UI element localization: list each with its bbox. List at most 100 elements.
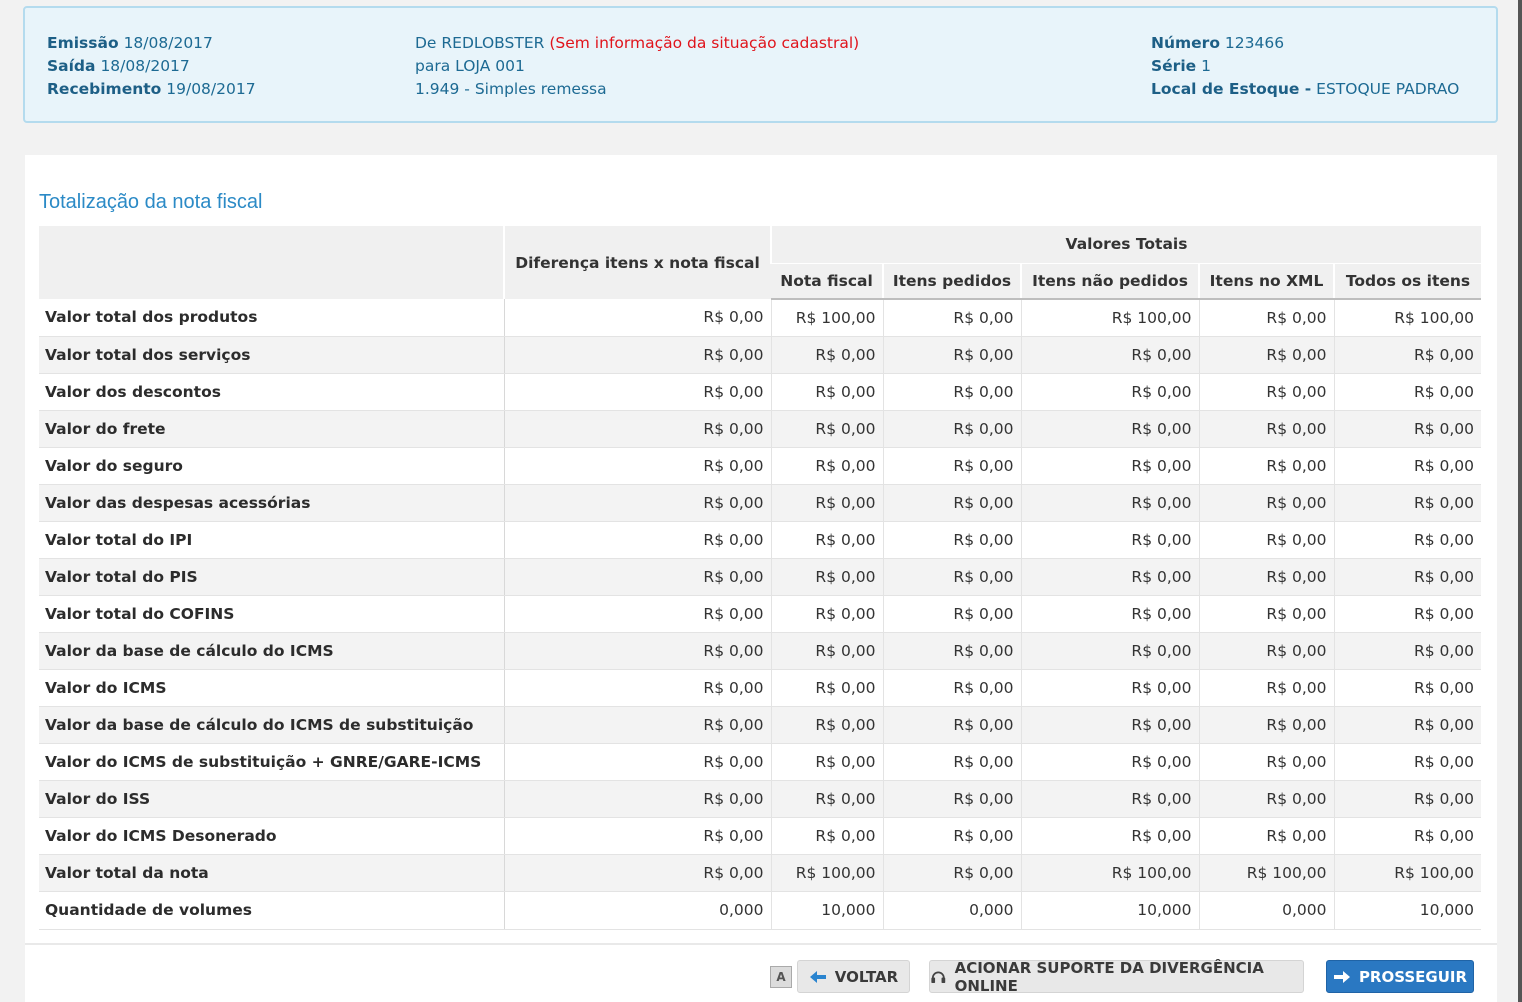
table-cell: R$ 0,00 [503,780,771,818]
table-cell: R$ 100,00 [1333,299,1482,337]
table-cell: R$ 0,00 [1020,595,1199,633]
table-cell: R$ 0,00 [503,299,771,337]
table-row: Valor total do IPI R$ 0,00 R$ 0,00 R$ 0,00 R… [39,521,1482,559]
table-cell: R$ 0,00 [503,373,771,411]
prosseguir-button[interactable]: PROSSEGUIR [1326,960,1474,993]
row-label: Valor total dos serviços [39,336,505,374]
table-cell: R$ 0,00 [1198,743,1334,781]
table-cell: R$ 0,00 [503,743,771,781]
table-cell: R$ 0,00 [1198,632,1334,670]
table-cell: R$ 0,00 [1020,669,1199,707]
table-cell: R$ 0,00 [1198,373,1334,411]
table-cell: 10,000 [1333,891,1482,930]
table-cell: R$ 0,00 [770,447,883,485]
table-row: Valor do ISS R$ 0,00 R$ 0,00 R$ 0,00 R$ 0,00… [39,780,1482,818]
numero-line: Número 123466 [1151,34,1285,52]
table-cell: R$ 0,00 [770,410,883,448]
table-cell: R$ 0,00 [1198,706,1334,744]
table-cell: R$ 0,00 [503,669,771,707]
table-cell: R$ 0,00 [882,780,1021,818]
table-cell: R$ 0,00 [1020,373,1199,411]
table-cell: R$ 100,00 [1020,299,1199,337]
table-cell: R$ 0,00 [770,817,883,855]
voltar-label: VOLTAR [834,967,899,986]
table-cell: R$ 0,00 [882,595,1021,633]
table-cell: R$ 0,00 [1198,447,1334,485]
table-cell: R$ 0,00 [1333,484,1482,522]
table-cell: R$ 0,00 [882,373,1021,411]
table-cell: R$ 0,00 [882,706,1021,744]
row-label: Valor do seguro [39,447,505,485]
table-cell: R$ 0,00 [1198,669,1334,707]
table-cell: R$ 0,00 [1020,632,1199,670]
table-cell: R$ 0,00 [882,669,1021,707]
table-row: Valor total do COFINS R$ 0,00 R$ 0,00 R$ 0,… [39,595,1482,633]
table-row: Valor do ICMS Desonerado R$ 0,00 R$ 0,00 R$… [39,817,1482,855]
row-label: Valor do frete [39,410,505,448]
row-label: Valor total da nota [39,854,505,892]
table-cell: R$ 0,00 [1198,299,1334,337]
table-cell: R$ 0,00 [770,632,883,670]
table-cell: R$ 0,00 [770,743,883,781]
table-cell: R$ 0,00 [1333,558,1482,596]
arrow-left-icon [809,970,826,983]
table-cell: R$ 0,00 [1020,743,1199,781]
recebimento-line: Recebimento 19/08/2017 [47,80,256,98]
table-cell: R$ 0,00 [1020,484,1199,522]
table-cell: R$ 100,00 [770,854,883,892]
table-cell: R$ 0,00 [770,484,883,522]
table-cell: R$ 0,00 [1020,410,1199,448]
table-cell: R$ 0,00 [503,817,771,855]
table-cell: R$ 0,00 [1020,780,1199,818]
table-cell: R$ 0,00 [882,817,1021,855]
serie-line: Série 1 [1151,57,1211,75]
footer-divider [25,943,1497,945]
situacao-warning: (Sem informação da situação cadastral) [549,34,860,52]
table-row: Valor do seguro R$ 0,00 R$ 0,00 R$ 0,00 R$ 0… [39,447,1482,485]
table-cell: R$ 0,00 [1333,410,1482,448]
table-cell: R$ 0,00 [882,299,1021,337]
label-column-header [39,226,504,299]
acionar-suporte-button[interactable]: ACIONAR SUPORTE DA DIVERGÊNCIA ONLINE [929,959,1304,995]
table-cell: R$ 0,00 [503,706,771,744]
font-size-icon[interactable]: A [770,966,792,988]
table-cell: R$ 0,00 [1198,817,1334,855]
totals-panel: Totalização da nota fiscal Diferença ite… [25,155,1497,1002]
table-cell: R$ 0,00 [770,521,883,559]
table-cell: R$ 0,00 [1333,743,1482,781]
row-label: Valor dos descontos [39,373,505,411]
row-label: Valor do ICMS [39,669,505,707]
table-cell: R$ 0,00 [1333,632,1482,670]
table-cell: R$ 0,00 [1333,447,1482,485]
column-header: Itens no XML [1198,262,1334,300]
estoque-line: Local de Estoque - ESTOQUE PADRAO [1151,80,1460,98]
table-cell: R$ 0,00 [882,854,1021,892]
table-cell: R$ 0,00 [503,521,771,559]
table-row: Valor do frete R$ 0,00 R$ 0,00 R$ 0,00 R$ 0,… [39,410,1482,448]
table-cell: R$ 0,00 [1333,669,1482,707]
column-header: Todos os itens [1332,262,1482,300]
table-cell: 10,000 [770,891,883,930]
table-cell: R$ 0,00 [882,484,1021,522]
row-label: Valor do ICMS Desonerado [39,817,505,855]
table-cell: R$ 0,00 [1198,780,1334,818]
row-label: Quantidade de volumes [39,891,505,930]
table-cell: R$ 0,00 [1020,336,1199,374]
table-cell: R$ 0,00 [882,558,1021,596]
dates-column: Emissão 18/08/2017 Saída 18/08/2017 Rece… [47,32,256,101]
table-cell: R$ 0,00 [1333,336,1482,374]
table-cell: R$ 0,00 [882,743,1021,781]
table-cell: R$ 0,00 [1333,817,1482,855]
table-row: Valor total do PIS R$ 0,00 R$ 0,00 R$ 0,00 R… [39,558,1482,596]
table-cell: R$ 100,00 [770,299,883,337]
table-cell: R$ 0,00 [503,595,771,633]
cfop-line: 1.949 - Simples remessa [415,80,607,98]
table-cell: R$ 0,00 [882,410,1021,448]
voltar-button[interactable]: VOLTAR [797,960,910,993]
table-row: Valor da base de cálculo do ICMS R$ 0,00 R… [39,632,1482,670]
table-cell: R$ 100,00 [1020,854,1199,892]
row-label: Valor total do IPI [39,521,505,559]
table-cell: R$ 0,00 [1198,410,1334,448]
table-cell: 0,000 [1198,891,1334,930]
table-cell: R$ 0,00 [1333,780,1482,818]
